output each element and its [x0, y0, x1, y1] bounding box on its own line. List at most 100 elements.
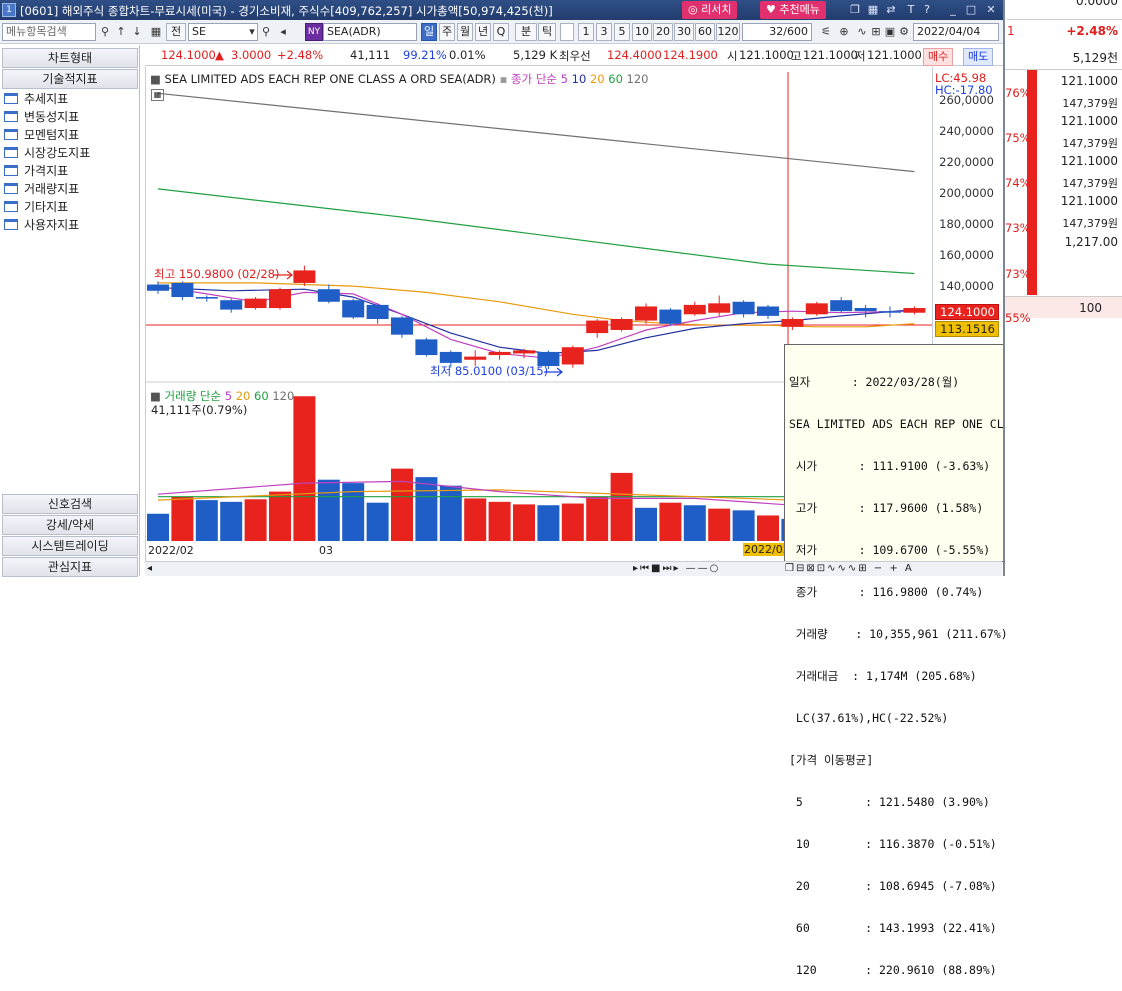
candle-body — [147, 284, 169, 291]
table-icon[interactable]: ▦ — [151, 89, 164, 101]
folder-other[interactable]: 기타지표 — [4, 198, 68, 216]
change-value: 3.0000 — [231, 48, 272, 62]
interval-30[interactable]: 30 — [674, 23, 694, 41]
period-day[interactable]: 일 — [421, 23, 437, 41]
technical-indicator-header[interactable]: 기술적지표 — [2, 69, 138, 89]
chart-type-header[interactable]: 차트형태 — [2, 48, 138, 68]
tooltip-line: LC(37.61%),HC(-22.52%) — [789, 711, 949, 725]
signal-search-header[interactable]: 신호검색 — [2, 494, 138, 514]
volume-bar — [415, 477, 438, 541]
folder-user[interactable]: 사용자지표 — [4, 216, 79, 234]
rp-row-pct: 75% — [1005, 131, 1031, 145]
rp-row-price[interactable]: 121.1000 — [1061, 114, 1118, 128]
period-quarter[interactable]: Q — [493, 23, 509, 41]
rp-row-price[interactable]: 121.1000 — [1061, 194, 1118, 208]
candle-body — [342, 300, 365, 318]
ratio-1: 99.21% — [403, 48, 447, 62]
volume-bar — [464, 498, 487, 541]
interval-empty[interactable] — [560, 23, 574, 41]
scroll-left-icon[interactable]: ◂ — [147, 563, 152, 574]
period-minute[interactable]: 분 — [515, 23, 537, 41]
indicator-sidebar: 차트형태 기술적지표 추세지표 변동성지표 모멘텀지표 시장강도지표 가격지표 … — [0, 45, 140, 577]
search-icon[interactable]: ⚲ — [97, 24, 113, 40]
grid-icon[interactable]: ▦ — [148, 24, 164, 40]
all-button[interactable]: 전 — [166, 23, 186, 41]
candle-body — [854, 308, 877, 312]
candle-body — [708, 303, 731, 313]
speaker-icon[interactable]: ◂ — [275, 24, 291, 40]
folder-momentum[interactable]: 모멘텀지표 — [4, 126, 79, 144]
chart-scrollbar[interactable]: ◂ ▸⏮■⏭▸ ——○ ❐⊟⊠⊡∿∿∿⊞ − + A — [145, 561, 1002, 576]
symbol-search-icon[interactable]: ⚲ — [258, 24, 274, 40]
rp-row-price[interactable]: 1,217.00 — [1065, 235, 1118, 249]
help-button[interactable]: ? — [920, 3, 934, 17]
watch-indicator-header[interactable]: 관심지표 — [2, 557, 138, 577]
volume-bar — [366, 502, 389, 541]
date-field[interactable]: 2022/04/04 — [913, 23, 999, 41]
volume-bar — [537, 505, 560, 541]
buy-button[interactable]: 매수 — [923, 48, 954, 66]
close-icon[interactable]: ✕ — [984, 3, 998, 17]
high-price: 121.1000 — [803, 48, 858, 62]
recommend-menu-button[interactable]: ♥ 추천메뉴 — [760, 1, 826, 19]
folder-label: 모멘텀지표 — [24, 128, 80, 142]
period-tick[interactable]: 틱 — [538, 23, 556, 41]
gear-icon[interactable]: ⚙ — [896, 24, 912, 40]
tile-icon[interactable]: ▦ — [866, 3, 880, 17]
candle-body — [830, 300, 853, 312]
interval-1[interactable]: 1 — [578, 23, 594, 41]
vol-ma20-label: 20 — [235, 389, 251, 403]
period-week[interactable]: 주 — [439, 23, 455, 41]
system-trading-header[interactable]: 시스템트레이딩 — [2, 536, 138, 556]
best-ask: 124.4000 — [607, 48, 662, 62]
rp-bottom-qty: 100 — [1079, 301, 1102, 315]
volume-label: 거래량 단순 — [164, 389, 222, 403]
tooltip-line: 60 : 143.1993 (22.41%) — [789, 921, 997, 935]
folder-volatility[interactable]: 변동성지표 — [4, 108, 79, 126]
candle-body — [366, 304, 389, 319]
ratio-2: 0.01% — [449, 48, 486, 62]
candle-body — [293, 270, 316, 283]
sell-button[interactable]: 매도 — [963, 48, 994, 66]
folder-market-strength[interactable]: 시장강도지표 — [4, 144, 90, 162]
swap-icon[interactable]: ⇄ — [884, 3, 898, 17]
arrow-down-icon[interactable]: ↓ — [129, 24, 145, 40]
research-button[interactable]: ◎ 리서치 — [682, 1, 738, 19]
volume-bar — [439, 485, 462, 541]
ruler-icon[interactable]: ⚟ — [818, 24, 834, 40]
interval-5[interactable]: 5 — [614, 23, 630, 41]
playback-controls-icon[interactable]: ▸⏮■⏭▸ ——○ — [633, 563, 720, 574]
interval-3[interactable]: 3 — [596, 23, 612, 41]
maximize-icon[interactable]: □ — [964, 3, 978, 17]
window-copy-icon[interactable]: ❐ — [848, 3, 862, 17]
zoom-tools-icon[interactable]: ❐⊟⊠⊡∿∿∿⊞ − + A — [785, 563, 914, 574]
volume-bar — [244, 499, 267, 541]
candle-body — [195, 297, 218, 299]
folder-volume[interactable]: 거래량지표 — [4, 180, 79, 198]
bull-bear-header[interactable]: 강세/약세 — [2, 515, 138, 535]
folder-trend[interactable]: 추세지표 — [4, 90, 68, 108]
minimize-icon[interactable]: _ — [946, 3, 960, 17]
current-price: 124.1000 — [161, 48, 216, 62]
rp-row-price[interactable]: 121.1000 — [1061, 74, 1118, 88]
zoom-icon[interactable]: ⊕ — [836, 24, 852, 40]
period-month[interactable]: 월 — [457, 23, 473, 41]
rp-row-price[interactable]: 121.1000 — [1061, 154, 1118, 168]
interval-20[interactable]: 20 — [653, 23, 673, 41]
folder-label: 기타지표 — [24, 200, 69, 214]
period-year[interactable]: 년 — [475, 23, 491, 41]
ma10-label: 10 — [571, 72, 587, 86]
menu-search-input[interactable]: 메뉴항목검색 — [2, 23, 96, 41]
text-t-button[interactable]: T — [904, 3, 918, 17]
folder-price[interactable]: 가격지표 — [4, 162, 68, 180]
y-tick: 220,0000 — [939, 155, 994, 169]
candle-body — [464, 356, 487, 360]
arrow-up-icon[interactable]: ↑ — [113, 24, 129, 40]
volume-bar — [317, 479, 340, 541]
interval-10[interactable]: 10 — [632, 23, 652, 41]
rp-row-pct: 76% — [1005, 86, 1031, 100]
candle-count-field[interactable]: 32/600 — [742, 23, 812, 41]
stock-name-field[interactable]: SEA(ADR) — [323, 23, 417, 41]
interval-60[interactable]: 60 — [695, 23, 715, 41]
interval-120[interactable]: 120 — [716, 23, 740, 41]
